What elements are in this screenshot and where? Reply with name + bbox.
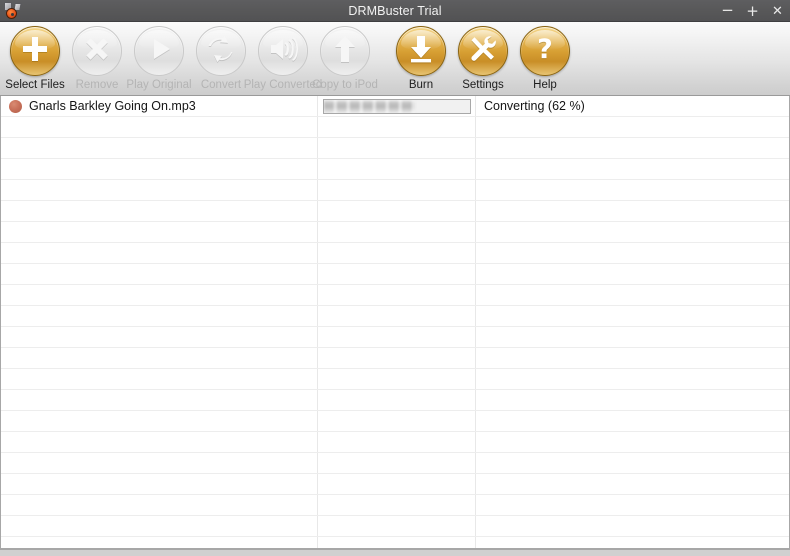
select-files-label: Select Files: [5, 79, 65, 91]
plus-icon: [19, 33, 51, 70]
file-list[interactable]: Gnarls Barkley Going On.mp3 Converting (6…: [0, 96, 790, 549]
help-label: Help: [533, 79, 557, 91]
settings-label: Settings: [462, 79, 504, 91]
remove-label: Remove: [75, 79, 119, 91]
app-window: DRMBuster Trial − + ✕ Select Files Remove…: [0, 0, 790, 556]
toolbar-item-play-original: Play Original: [126, 26, 192, 91]
play-original-label: Play Original: [126, 79, 192, 91]
close-button[interactable]: ✕: [771, 5, 784, 18]
file-name: Gnarls Barkley Going On.mp3: [29, 99, 196, 113]
play-converted-button: [258, 26, 308, 76]
main-toolbar: Select Files Remove Play Original Convert Pl…: [0, 22, 790, 96]
row-name-cell: Gnarls Barkley Going On.mp3: [1, 96, 318, 116]
table-row-empty[interactable]: [1, 390, 789, 411]
table-row-empty[interactable]: [1, 201, 789, 222]
status-strip: [0, 549, 790, 556]
toolbar-item-remove: Remove: [68, 26, 126, 91]
table-row[interactable]: Gnarls Barkley Going On.mp3 Converting (6…: [1, 96, 789, 117]
toolbar-item-burn[interactable]: Burn: [392, 26, 450, 91]
svg-text:?: ?: [537, 34, 553, 65]
window-controls: − + ✕: [721, 0, 784, 22]
status-text: Converting (62 %): [484, 99, 585, 113]
remove-button: [72, 26, 122, 76]
table-row-empty[interactable]: [1, 117, 789, 138]
burn-label: Burn: [408, 79, 434, 91]
up-arrow-icon: [329, 33, 361, 70]
table-row-empty[interactable]: [1, 495, 789, 516]
toolbar-item-play-converted: Play Converted: [244, 26, 322, 91]
table-row-empty[interactable]: [1, 327, 789, 348]
toolbar-item-help[interactable]: ? Help: [516, 26, 574, 91]
table-row-empty[interactable]: [1, 369, 789, 390]
toolbar-item-copy-to-ipod: Copy to iPod: [312, 26, 378, 91]
help-button[interactable]: ?: [520, 26, 570, 76]
table-row-empty[interactable]: [1, 474, 789, 495]
window-title: DRMBuster Trial: [348, 3, 442, 18]
play-icon: [143, 33, 175, 70]
table-row-empty[interactable]: [1, 243, 789, 264]
speaker-icon: [267, 33, 299, 70]
settings-button[interactable]: [458, 26, 508, 76]
drmbuster-app-icon: [3, 1, 25, 21]
row-progress-cell: [323, 99, 471, 114]
copy-to-ipod-button: [320, 26, 370, 76]
copy-to-ipod-label: Copy to iPod: [312, 79, 378, 91]
convert-label: Convert: [200, 79, 242, 91]
table-row-empty[interactable]: [1, 159, 789, 180]
progress-bar-fill: [324, 100, 415, 113]
question-mark-icon: ?: [529, 33, 561, 70]
table-row-empty[interactable]: [1, 285, 789, 306]
table-row-empty[interactable]: [1, 411, 789, 432]
progress-bar: [323, 99, 471, 114]
download-arrow-icon: [405, 33, 437, 70]
table-row-empty[interactable]: [1, 432, 789, 453]
table-row-empty[interactable]: [1, 453, 789, 474]
table-row-empty[interactable]: [1, 306, 789, 327]
tools-icon: [467, 33, 499, 70]
row-status-cell: Converting (62 %): [484, 96, 585, 116]
table-row-empty[interactable]: [1, 138, 789, 159]
toolbar-item-select-files[interactable]: Select Files: [5, 26, 65, 91]
play-original-button: [134, 26, 184, 76]
table-row-empty[interactable]: [1, 264, 789, 285]
burn-button[interactable]: [396, 26, 446, 76]
convert-button: [196, 26, 246, 76]
refresh-arrows-icon: [205, 33, 237, 70]
table-row-empty[interactable]: [1, 222, 789, 243]
table-row-empty[interactable]: [1, 180, 789, 201]
title-bar: DRMBuster Trial − + ✕: [0, 0, 790, 22]
cross-icon: [81, 33, 113, 70]
select-files-button[interactable]: [10, 26, 60, 76]
table-row-empty[interactable]: [1, 516, 789, 537]
minimize-button[interactable]: −: [721, 2, 734, 18]
toolbar-item-convert: Convert: [192, 26, 250, 91]
toolbar-item-settings[interactable]: Settings: [454, 26, 512, 91]
orange-status-dot: [9, 99, 22, 113]
maximize-button[interactable]: +: [746, 3, 759, 19]
play-converted-label: Play Converted: [243, 79, 323, 91]
table-row-empty[interactable]: [1, 348, 789, 369]
